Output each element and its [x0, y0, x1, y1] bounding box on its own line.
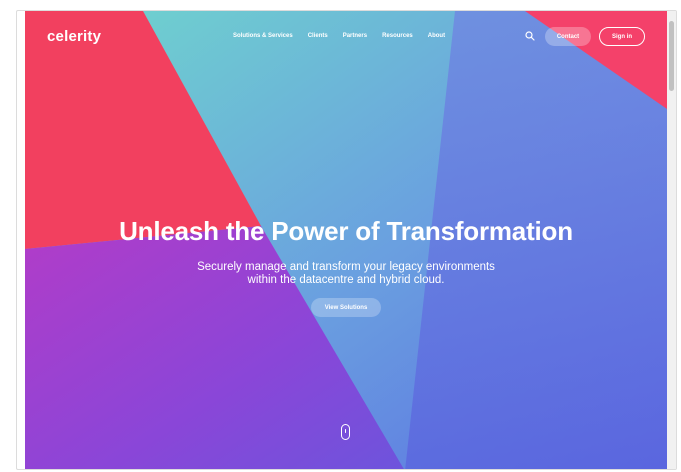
- hero-subtitle-line-2: within the datacentre and hybrid cloud.: [247, 274, 445, 286]
- search-icon[interactable]: [525, 31, 535, 41]
- page-viewport: celerity Solutions & Services Clients Pa…: [25, 11, 667, 469]
- mouse-scroll-icon[interactable]: [341, 424, 350, 440]
- scrollbar-thumb[interactable]: [669, 21, 674, 91]
- logo[interactable]: celerity: [47, 28, 101, 45]
- contact-button[interactable]: Contact: [545, 27, 591, 46]
- nav-item-resources[interactable]: Resources: [382, 33, 413, 39]
- hero-headline: Unleash the Power of Transformation: [119, 216, 573, 246]
- nav-item-clients[interactable]: Clients: [308, 33, 328, 39]
- nav-item-about[interactable]: About: [428, 33, 445, 39]
- main-menu: Solutions & Services Clients Partners Re…: [233, 33, 445, 39]
- top-navigation: celerity Solutions & Services Clients Pa…: [25, 11, 667, 63]
- mouse-wheel: [345, 429, 347, 433]
- hero-subtitle: Securely manage and transform your legac…: [25, 261, 667, 287]
- browser-frame: celerity Solutions & Services Clients Pa…: [16, 10, 677, 470]
- sign-in-button[interactable]: Sign in: [599, 27, 645, 46]
- scrollbar[interactable]: [667, 11, 676, 469]
- nav-item-partners[interactable]: Partners: [343, 33, 367, 39]
- view-solutions-button[interactable]: View Solutions: [311, 298, 381, 317]
- hero-subtitle-line-1: Securely manage and transform your legac…: [197, 261, 495, 273]
- nav-item-solutions[interactable]: Solutions & Services: [233, 33, 293, 39]
